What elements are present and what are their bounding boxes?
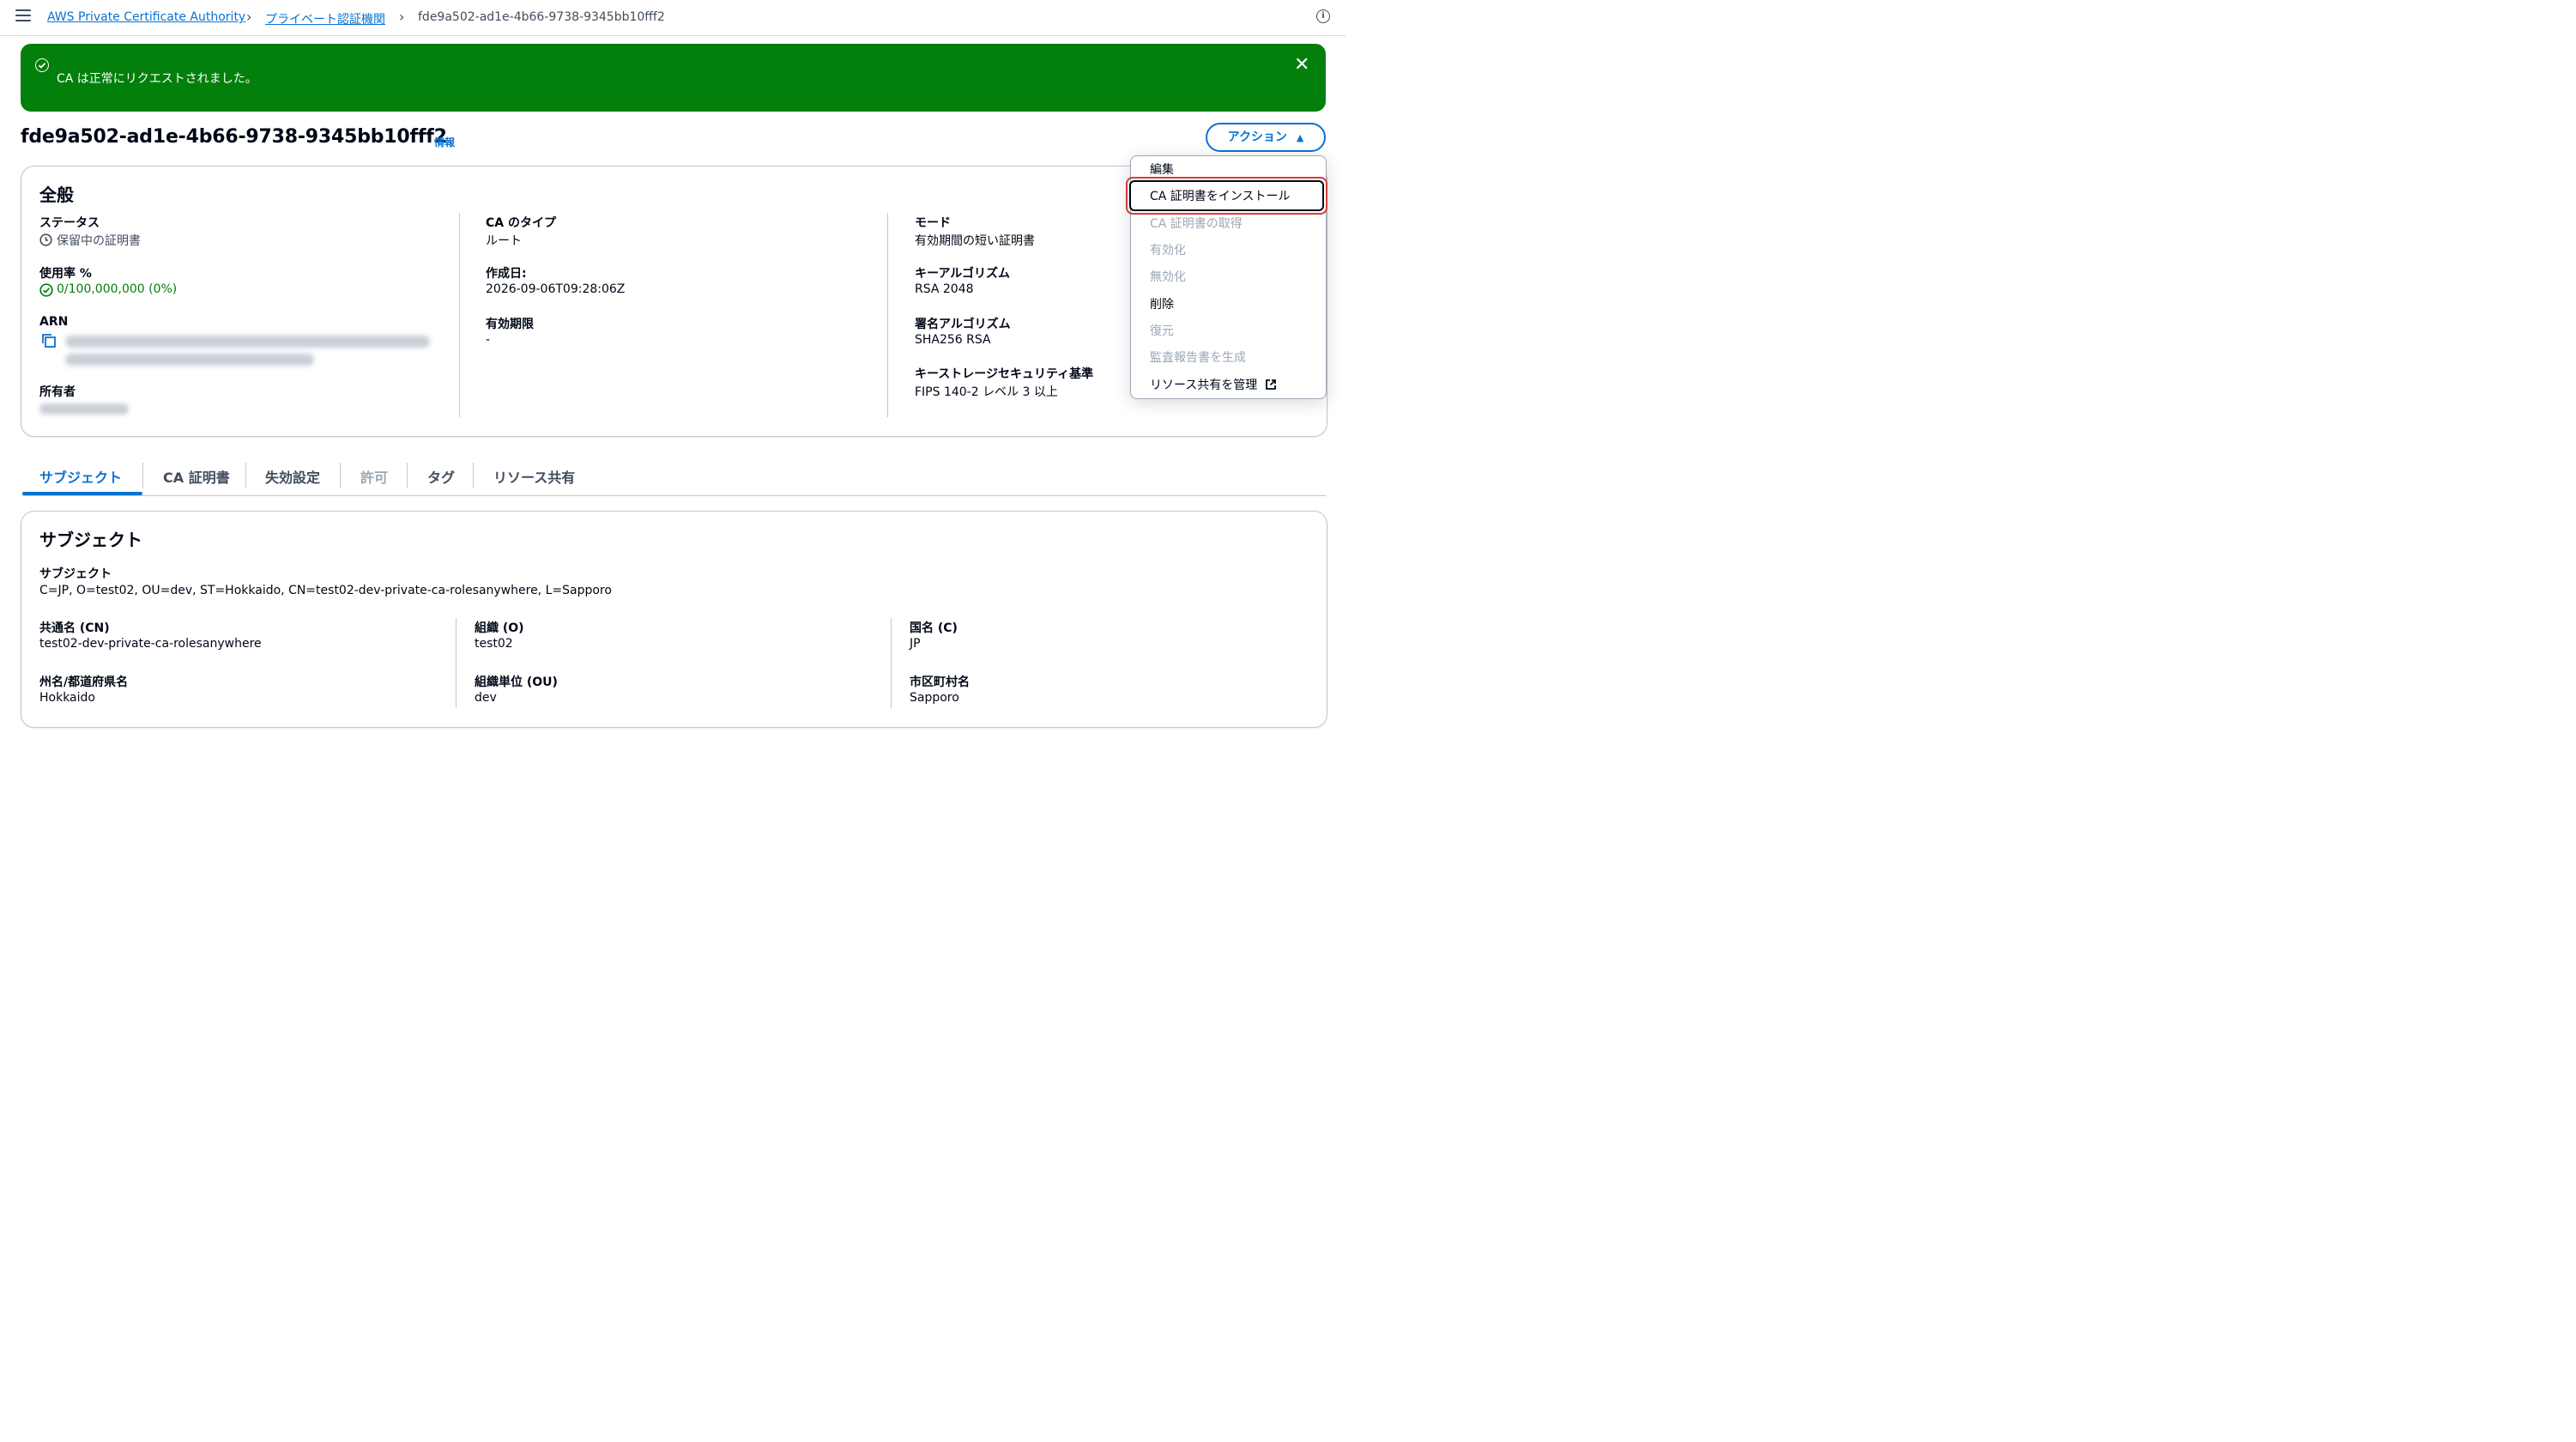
menu-item-delete[interactable]: 削除 (1150, 295, 1174, 312)
flash-message: CA は正常にリクエストされました。 (57, 72, 257, 86)
key-algorithm-value: RSA 2048 (915, 282, 974, 296)
tabs-underline (22, 495, 1326, 496)
ca-type-value: ルート (486, 234, 522, 248)
usage-value: 0/100,000,000 (0%) (57, 282, 178, 296)
key-storage-label: キーストレージセキュリティ基準 (915, 367, 1094, 381)
org-unit-value: dev (475, 691, 497, 705)
tab-divider (407, 463, 408, 488)
tab-tags[interactable]: タグ (427, 466, 455, 487)
subject-card (21, 511, 1327, 728)
menu-item-edit[interactable]: 編集 (1150, 161, 1174, 178)
cn-value: test02-dev-private-ca-rolesanywhere (39, 637, 262, 651)
tab-divider (473, 463, 474, 488)
arn-value-redacted (65, 334, 434, 366)
tab-revocation[interactable]: 失効設定 (265, 466, 320, 487)
menu-item-install-ca-certificate[interactable]: CA 証明書をインストール (1150, 187, 1291, 204)
subject-heading: サブジェクト (39, 530, 142, 550)
actions-button[interactable]: アクション ▲ (1206, 123, 1326, 152)
tab-ca-certificate[interactable]: CA 証明書 (163, 466, 230, 487)
success-check-icon (35, 58, 49, 72)
info-icon[interactable]: i (1316, 9, 1330, 23)
subject-label: サブジェクト (39, 567, 112, 581)
subject-value: C=JP, O=test02, OU=dev, ST=Hokkaido, CN=… (39, 584, 612, 597)
close-icon[interactable]: ✕ (1294, 56, 1309, 75)
info-link[interactable]: 情報 (434, 135, 455, 149)
country-value: JP (910, 637, 921, 651)
owner-value-redacted (39, 403, 129, 415)
org-label: 組織 (O) (475, 621, 524, 635)
status-label: ステータス (39, 216, 100, 230)
tab-divider (340, 463, 341, 488)
copy-icon[interactable] (41, 333, 57, 348)
tab-divider (245, 463, 246, 488)
menu-item-generate-audit-report: 監査報告書を生成 (1150, 351, 1246, 365)
success-check-icon (39, 283, 53, 297)
locality-label: 市区町村名 (910, 676, 970, 689)
usage-label: 使用率 % (39, 267, 92, 281)
key-algorithm-label: キーアルゴリズム (915, 267, 1011, 281)
org-unit-label: 組織単位 (OU) (475, 676, 558, 689)
chevron-right-icon: › (246, 9, 252, 25)
breadcrumb-link-private-ca[interactable]: プライベート認証機関 (265, 10, 385, 27)
country-label: 国名 (C) (910, 621, 958, 635)
expiry-label: 有効期限 (486, 318, 534, 331)
breadcrumb-current: fde9a502-ad1e-4b66-9738-9345bb10fff2 (418, 10, 665, 24)
pending-clock-icon (39, 233, 52, 246)
state-label: 州名/都道府県名 (39, 676, 129, 689)
key-storage-value: FIPS 140-2 レベル 3 以上 (915, 385, 1058, 399)
column-divider (891, 618, 892, 708)
locality-value: Sapporo (910, 691, 959, 705)
tab-divider (142, 463, 143, 488)
tab-permissions: 許可 (360, 470, 389, 486)
created-label: 作成日: (486, 267, 527, 281)
tab-subject[interactable]: サブジェクト (39, 466, 122, 487)
general-heading: 全般 (39, 185, 74, 205)
chevron-right-icon: › (399, 9, 405, 25)
menu-item-enable: 有効化 (1150, 244, 1186, 258)
cn-label: 共通名 (CN) (39, 621, 110, 635)
status-value: 保留中の証明書 (57, 234, 141, 248)
page-title: fde9a502-ad1e-4b66-9738-9345bb10fff2 (21, 126, 447, 148)
expiry-value: - (486, 333, 491, 347)
menu-item-disable: 無効化 (1150, 270, 1186, 284)
menu-icon[interactable] (15, 9, 31, 23)
caret-up-icon: ▲ (1296, 132, 1304, 143)
column-divider (456, 618, 457, 708)
arn-label: ARN (39, 315, 69, 329)
breadcrumb-link-pca[interactable]: AWS Private Certificate Authority (47, 10, 245, 24)
tab-resource-share[interactable]: リソース共有 (493, 466, 575, 487)
signing-algorithm-value: SHA256 RSA (915, 333, 991, 347)
mode-label: モード (915, 216, 951, 230)
mode-value: 有効期間の短い証明書 (915, 234, 1035, 248)
external-link-icon (1265, 379, 1276, 390)
owner-label: 所有者 (39, 385, 76, 399)
signing-algorithm-label: 署名アルゴリズム (915, 318, 1011, 331)
menu-item-restore: 復元 (1150, 324, 1174, 338)
menu-item-manage-resource-share[interactable]: リソース共有を管理 (1150, 376, 1277, 393)
menu-item-label: リソース共有を管理 (1150, 379, 1258, 392)
actions-label: アクション (1227, 130, 1287, 144)
ca-type-label: CA のタイプ (486, 216, 556, 230)
column-divider (459, 213, 460, 417)
menu-item-get-ca-certificate: CA 証明書の取得 (1150, 217, 1243, 231)
column-divider (887, 213, 888, 417)
org-value: test02 (475, 637, 513, 651)
state-value: Hokkaido (39, 691, 95, 705)
created-value: 2026-09-06T09:28:06Z (486, 282, 626, 296)
